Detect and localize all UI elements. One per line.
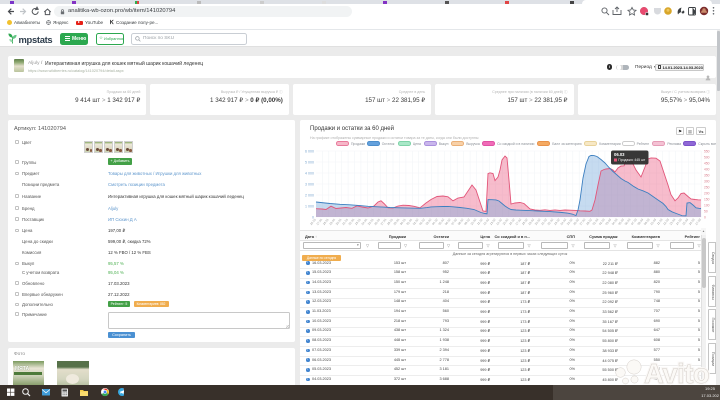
svg-text:400: 400 — [704, 168, 710, 172]
svg-text:3 000: 3 000 — [305, 183, 314, 187]
svg-text:200: 200 — [704, 192, 710, 196]
svg-text:17.03: 17.03 — [694, 217, 702, 226]
svg-text:350: 350 — [704, 174, 710, 178]
svg-text:06.03: 06.03 — [614, 152, 625, 157]
svg-text:450: 450 — [704, 162, 710, 166]
svg-text:0: 0 — [704, 216, 706, 220]
svg-text:300: 300 — [704, 180, 710, 184]
svg-text:6 000: 6 000 — [305, 150, 314, 154]
svg-text:250: 250 — [704, 186, 710, 190]
svg-text:50: 50 — [704, 210, 708, 214]
svg-text:500: 500 — [704, 156, 710, 160]
svg-text:550: 550 — [704, 150, 710, 154]
svg-text:150: 150 — [704, 198, 710, 202]
svg-text:Продажи: 445 шт: Продажи: 445 шт — [618, 158, 645, 162]
svg-text:4 000: 4 000 — [305, 172, 314, 176]
svg-text:100: 100 — [704, 204, 710, 208]
svg-text:Avito: Avito — [644, 358, 709, 389]
svg-text:1 000: 1 000 — [305, 205, 314, 209]
svg-text:2 000: 2 000 — [305, 194, 314, 198]
svg-text:5 000: 5 000 — [305, 161, 314, 165]
